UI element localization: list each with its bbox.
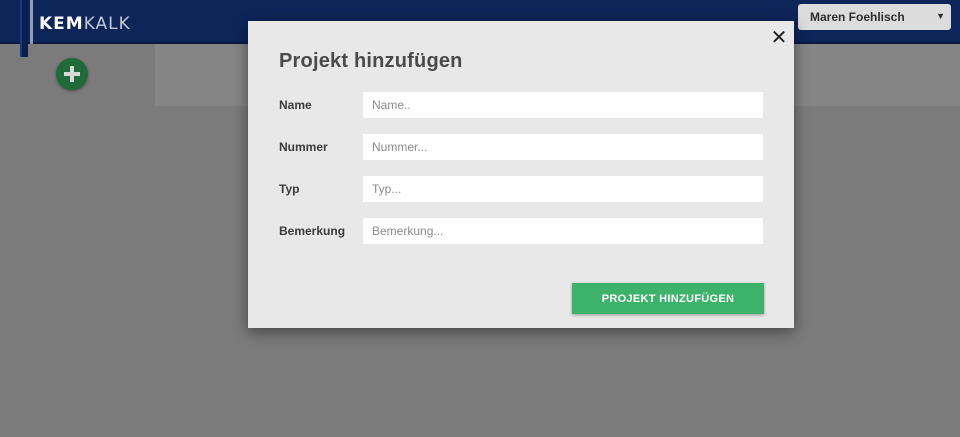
modal-title: Projekt hinzufügen — [279, 50, 463, 72]
close-icon[interactable]: ✕ — [770, 27, 788, 47]
logo-text-bold: KEM — [39, 14, 84, 34]
logo-text-light: KALK — [83, 14, 131, 34]
add-project-modal: ✕ Projekt hinzufügen Name Nummer Typ Bem… — [248, 21, 794, 328]
form-row-typ: Typ — [279, 176, 764, 202]
name-input[interactable] — [363, 92, 763, 118]
nummer-label: Nummer — [279, 140, 328, 154]
app-logo[interactable]: KEMKALK — [39, 14, 131, 34]
bemerkung-input[interactable] — [363, 218, 763, 244]
sidebar-accent — [20, 0, 33, 57]
user-name: Maren Foehlisch — [810, 10, 905, 24]
name-label: Name — [279, 98, 312, 112]
form-row-name: Name — [279, 92, 764, 118]
form-row-nummer: Nummer — [279, 134, 764, 160]
caret-down-icon: ▼ — [936, 11, 945, 21]
form-row-bemerkung: Bemerkung — [279, 218, 764, 244]
add-project-button[interactable] — [56, 58, 88, 90]
user-menu-dropdown[interactable]: Maren Foehlisch ▼ — [798, 4, 951, 30]
add-project-submit-button[interactable]: PROJEKT HINZUFÜGEN — [572, 283, 764, 314]
bemerkung-label: Bemerkung — [279, 224, 346, 238]
nummer-input[interactable] — [363, 134, 763, 160]
typ-label: Typ — [279, 182, 300, 196]
typ-input[interactable] — [363, 176, 763, 202]
